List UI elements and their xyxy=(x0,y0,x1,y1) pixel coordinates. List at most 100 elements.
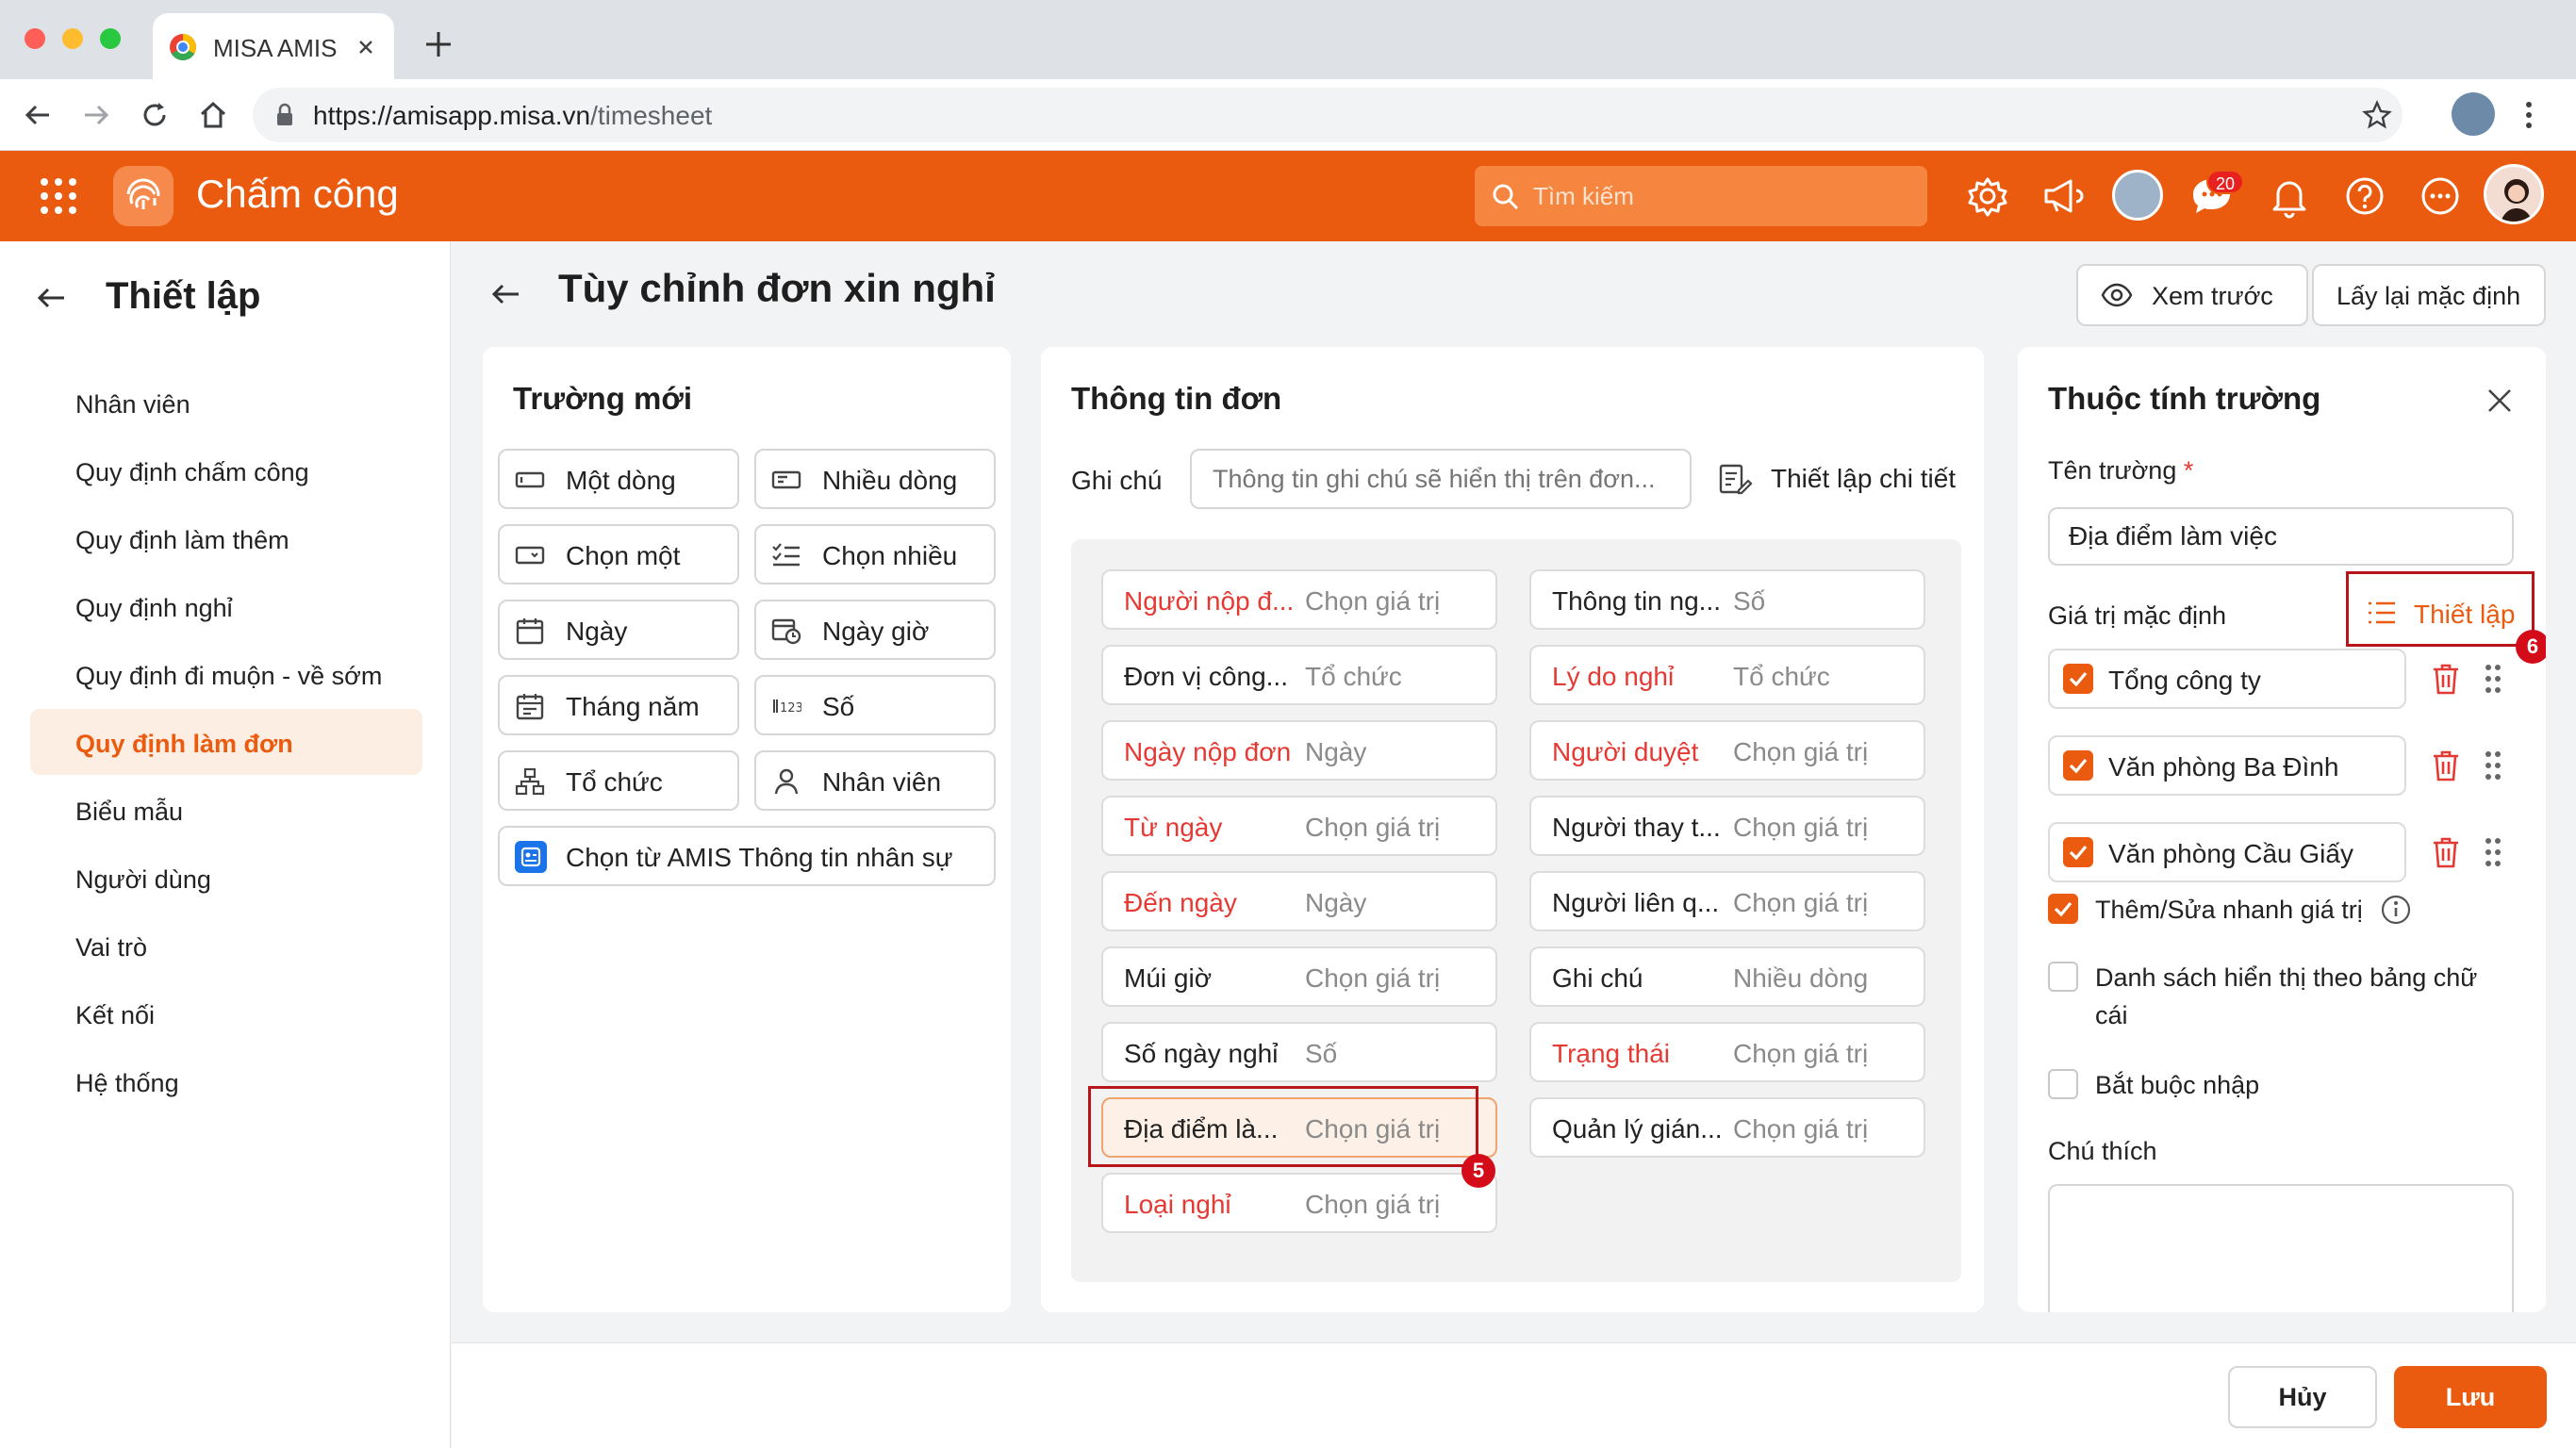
default-value-item[interactable]: Tổng công ty xyxy=(2048,649,2406,709)
sidebar-item-quy-dinh-lam-them[interactable]: Quy định làm thêm xyxy=(75,526,289,555)
new-tab-icon[interactable] xyxy=(422,28,454,60)
preview-button[interactable]: Xem trước xyxy=(2076,264,2308,326)
drag-handle-icon[interactable] xyxy=(2484,835,2502,869)
minimize-window-button[interactable] xyxy=(62,28,83,49)
search-input[interactable] xyxy=(1533,166,1910,226)
field-type-amis-hr[interactable]: Chọn từ AMIS Thông tin nhân sự xyxy=(498,826,996,886)
sidebar-item-nguoi-dung[interactable]: Người dùng xyxy=(75,865,211,895)
field-name-input[interactable] xyxy=(2048,507,2514,566)
trash-icon[interactable] xyxy=(2431,835,2461,869)
form-field-row[interactable]: Ghi chú Nhiều dòng xyxy=(1529,946,1925,1007)
form-field-row[interactable]: Quản lý gián... Chọn giá trị xyxy=(1529,1097,1925,1158)
global-search[interactable] xyxy=(1475,166,1927,226)
required-checkbox[interactable] xyxy=(2048,1069,2078,1099)
app-header: Chấm công 20 xyxy=(0,151,2576,241)
field-type-select-many[interactable]: Chọn nhiều xyxy=(754,524,996,584)
default-value-checkbox[interactable] xyxy=(2063,664,2093,694)
cancel-button[interactable]: Hủy xyxy=(2228,1366,2377,1428)
field-type-datetime[interactable]: Ngày giờ xyxy=(754,600,996,660)
reload-icon[interactable] xyxy=(138,98,172,132)
field-type-number[interactable]: 123 Số xyxy=(754,675,996,735)
sidebar-item-quy-dinh-cham-cong[interactable]: Quy định chấm công xyxy=(75,458,309,487)
profile-avatar[interactable] xyxy=(2452,92,2495,136)
form-field-row[interactable]: Người liên q... Chọn giá trị xyxy=(1529,871,1925,931)
form-field-name: Người thay t... xyxy=(1552,813,1721,842)
maximize-window-button[interactable] xyxy=(100,28,121,49)
sidebar-item-nhan-vien[interactable]: Nhân viên xyxy=(75,390,190,420)
quick-edit-checkbox[interactable] xyxy=(2048,894,2078,924)
field-type-date[interactable]: Ngày xyxy=(498,600,739,660)
form-field-row[interactable]: Thông tin ng... Số xyxy=(1529,569,1925,630)
bookmark-star-icon[interactable] xyxy=(2361,99,2393,131)
form-field-name: Thông tin ng... xyxy=(1552,586,1722,616)
field-type-select-one[interactable]: Chọn một xyxy=(498,524,739,584)
sidebar-item-quy-dinh-nghi[interactable]: Quy định nghỉ xyxy=(75,594,233,623)
app-launcher-icon[interactable] xyxy=(40,177,77,215)
form-field-row[interactable]: Múi giờ Chọn giá trị xyxy=(1101,946,1497,1007)
default-value-checkbox[interactable] xyxy=(2063,750,2093,781)
reset-default-button[interactable]: Lấy lại mặc định xyxy=(2312,264,2546,326)
field-type-label: Chọn một xyxy=(566,541,681,570)
user-avatar[interactable] xyxy=(2484,164,2544,224)
note-input[interactable] xyxy=(1190,449,1692,509)
form-field-row[interactable]: Ngày nộp đơn Ngày xyxy=(1101,720,1497,781)
sidebar-item-he-thong[interactable]: Hệ thống xyxy=(75,1069,179,1098)
forward-icon[interactable] xyxy=(79,98,113,132)
sidebar-item-ket-noi[interactable]: Kết nối xyxy=(75,1001,155,1030)
trash-icon[interactable] xyxy=(2431,749,2461,782)
browser-menu-icon[interactable] xyxy=(2523,100,2535,130)
save-button[interactable]: Lưu xyxy=(2394,1366,2547,1428)
form-field-row[interactable]: Người nộp đ... Chọn giá trị xyxy=(1101,569,1497,630)
more-icon[interactable] xyxy=(2416,172,2465,221)
sidebar-back-icon[interactable] xyxy=(34,281,68,315)
form-field-row[interactable]: Người thay t... Chọn giá trị xyxy=(1529,796,1925,856)
sidebar-item-bieu-mau[interactable]: Biểu mẫu xyxy=(75,798,183,827)
back-icon[interactable] xyxy=(21,98,55,132)
alphabetical-checkbox[interactable] xyxy=(2048,962,2078,992)
form-field-row[interactable]: Đơn vị công... Tổ chức xyxy=(1101,645,1497,705)
info-icon[interactable] xyxy=(2380,894,2412,926)
form-field-type: Chọn giá trị xyxy=(1305,813,1441,842)
default-value-item[interactable]: Văn phòng Ba Đình xyxy=(2048,735,2406,796)
help-icon[interactable] xyxy=(2340,172,2389,221)
sidebar-item-quy-dinh-lam-don[interactable]: Quy định làm đơn xyxy=(75,730,293,759)
calendar-icon xyxy=(515,617,545,645)
note-textarea[interactable] xyxy=(2048,1184,2514,1312)
form-field-row[interactable]: Số ngày nghỉ Số xyxy=(1101,1022,1497,1082)
field-type-employee[interactable]: Nhân viên xyxy=(754,750,996,811)
amis-hr-icon xyxy=(515,841,547,873)
drag-handle-icon[interactable] xyxy=(2484,662,2502,696)
default-value-label: Giá trị mặc định xyxy=(2048,601,2227,630)
page-title: Tùy chỉnh đơn xin nghỉ xyxy=(558,266,996,310)
user-avatar-small[interactable] xyxy=(2112,170,2163,221)
megaphone-icon[interactable] xyxy=(2039,172,2088,221)
form-field-name: Người nộp đ... xyxy=(1124,586,1295,616)
form-field-row[interactable]: Trạng thái Chọn giá trị xyxy=(1529,1022,1925,1082)
form-field-row[interactable]: Từ ngày Chọn giá trị xyxy=(1101,796,1497,856)
browser-tab[interactable]: MISA AMIS xyxy=(153,13,394,79)
default-value-item[interactable]: Văn phòng Cầu Giấy xyxy=(2048,822,2406,882)
close-window-button[interactable] xyxy=(25,28,45,49)
form-field-row[interactable]: Loại nghỉ Chọn giá trị xyxy=(1101,1173,1497,1233)
form-field-row[interactable]: Đến ngày Ngày xyxy=(1101,871,1497,931)
home-icon[interactable] xyxy=(196,98,230,132)
field-type-single-line[interactable]: Một dòng xyxy=(498,449,739,509)
sidebar-item-vai-tro[interactable]: Vai trò xyxy=(75,933,147,963)
detail-setup-link[interactable]: Thiết lập chi tiết xyxy=(1771,464,1956,494)
settings-gear-icon[interactable] xyxy=(1963,172,2012,221)
close-panel-icon[interactable] xyxy=(2485,387,2514,415)
sidebar-item-di-muon-ve-som[interactable]: Quy định đi muộn - về sớm xyxy=(75,662,382,691)
drag-handle-icon[interactable] xyxy=(2484,749,2502,782)
form-field-row[interactable]: Người duyệt Chọn giá trị xyxy=(1529,720,1925,781)
field-type-multi-line[interactable]: Nhiều dòng xyxy=(754,449,996,509)
field-type-organization[interactable]: Tổ chức xyxy=(498,750,739,811)
close-tab-icon[interactable] xyxy=(355,36,377,58)
url-field[interactable]: https://amisapp.misa.vn/timesheet xyxy=(253,88,2403,142)
form-field-row[interactable]: Lý do nghỉ Tổ chức xyxy=(1529,645,1925,705)
default-value-checkbox[interactable] xyxy=(2063,837,2093,867)
trash-icon[interactable] xyxy=(2431,662,2461,696)
page-back-icon[interactable] xyxy=(488,277,522,311)
field-properties-panel: Thuộc tính trường Tên trường * Giá trị m… xyxy=(2018,347,2546,1312)
bell-icon[interactable] xyxy=(2265,172,2314,221)
field-type-month-year[interactable]: Tháng năm xyxy=(498,675,739,735)
